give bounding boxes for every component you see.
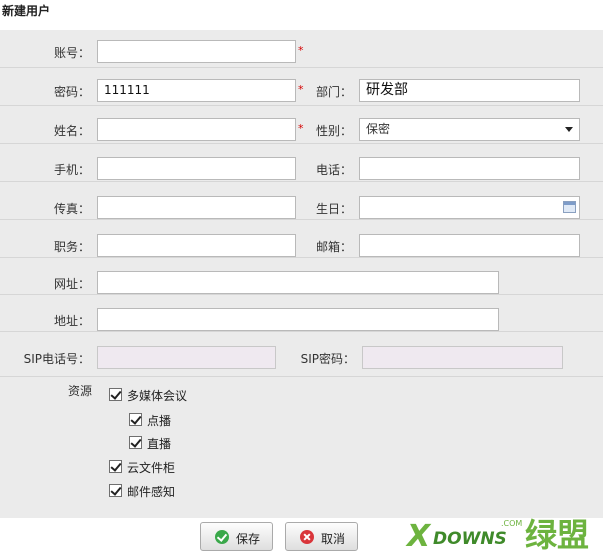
birthday-label: 生日： [315,202,352,216]
account-input[interactable] [97,40,296,63]
name-input[interactable] [97,118,296,141]
checkbox-cloud-cabinet[interactable] [109,460,122,473]
password-input[interactable]: 111111 [97,79,296,102]
chevron-down-icon [565,127,573,132]
sip-password-label: SIP密码： [300,352,355,366]
close-circle-icon [300,530,314,544]
address-label: 地址： [53,314,90,328]
gender-selected-value: 保密 [366,122,391,136]
password-label: 密码： [53,85,90,99]
mobile-input[interactable] [97,157,296,180]
page-title: 新建用户 [2,4,51,18]
checkbox-label: 多媒体会议 [127,389,188,403]
sip-password-input[interactable] [362,346,563,369]
phone-input[interactable] [359,157,580,180]
website-label: 网址： [53,277,90,291]
watermark-com: .COM [501,519,522,528]
department-input[interactable]: 研发部 [359,79,580,102]
birthday-input[interactable] [359,196,580,219]
phone-label: 电话： [315,163,352,177]
checkbox-mail-notify[interactable] [109,484,122,497]
save-button[interactable]: 保存 [200,522,273,551]
checkbox-label: 点播 [147,414,172,428]
name-label: 姓名： [53,124,90,138]
checkbox-label: 云文件柜 [127,461,176,475]
email-label: 邮箱： [315,240,352,254]
watermark-x: X [405,519,432,554]
checkbox-live[interactable] [129,436,142,449]
check-circle-icon [215,530,229,544]
sip-phone-input[interactable] [97,346,276,369]
department-label: 部门： [315,85,352,99]
watermark-downs: DOWNS [433,529,507,549]
checkbox-label: 邮件感知 [127,485,176,499]
checkbox-label: 直播 [147,437,172,451]
sip-phone-label: SIP电话号： [23,352,90,366]
checkbox-vod[interactable] [129,413,142,426]
address-input[interactable] [97,308,499,331]
cancel-button-label: 取消 [321,532,346,546]
account-label: 账号： [53,46,90,60]
cancel-button[interactable]: 取消 [285,522,358,551]
mobile-label: 手机： [53,163,90,177]
gender-select[interactable]: 保密 [359,118,580,141]
calendar-icon[interactable] [563,201,576,213]
save-button-label: 保存 [236,532,261,546]
position-input[interactable] [97,234,296,257]
website-input[interactable] [97,271,499,294]
checkbox-multimedia-meeting[interactable] [109,388,122,401]
watermark-logo: X DOWNS .COM 绿盟 [405,516,589,554]
position-label: 职务： [53,240,90,254]
fax-input[interactable] [97,196,296,219]
email-input[interactable] [359,234,580,257]
fax-label: 传真： [53,202,90,216]
resources-label: 资源 [67,384,92,398]
watermark-lvmeng: 绿盟 [525,516,589,554]
gender-label: 性别： [315,124,352,138]
required-mark: * [298,44,304,57]
